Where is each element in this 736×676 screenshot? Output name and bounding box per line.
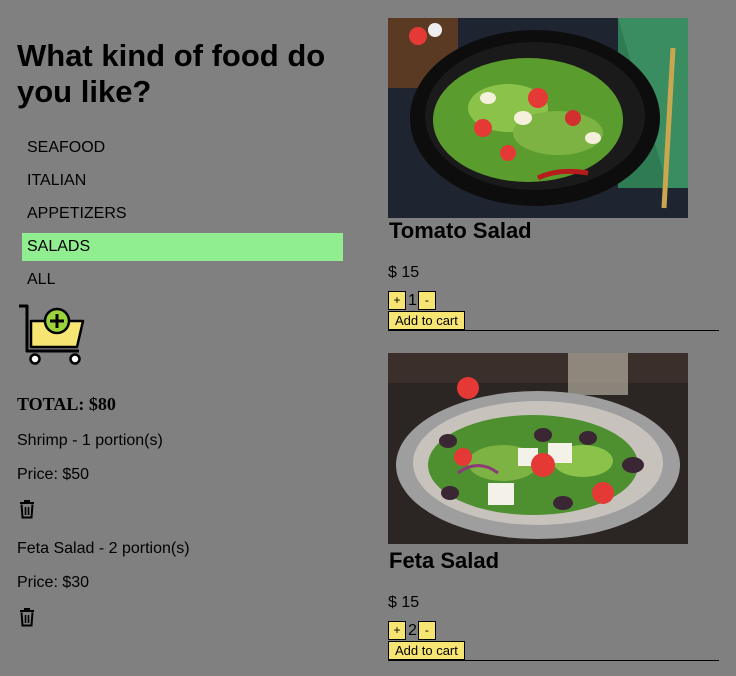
product-card: Tomato Salad $ 15 + 1 - Add to cart xyxy=(388,18,719,331)
product-card: Feta Salad $ 15 + 2 - Add to cart xyxy=(388,353,719,661)
feta-salad-photo xyxy=(388,353,688,544)
quantity-stepper: + 2 - xyxy=(388,620,719,640)
category-seafood[interactable]: SEAFOOD xyxy=(22,134,343,162)
category-appetizers[interactable]: APPETIZERS xyxy=(22,200,343,228)
trash-icon[interactable] xyxy=(17,499,37,519)
cart-total: TOTAL: $80 xyxy=(17,394,116,414)
tomato-salad-photo xyxy=(388,18,688,218)
increase-button[interactable]: + xyxy=(388,620,406,640)
decrease-button[interactable]: - xyxy=(417,620,436,640)
add-to-cart-button[interactable]: Add to cart xyxy=(388,311,465,330)
product-name: Tomato Salad xyxy=(389,218,532,243)
quantity-stepper: + 1 - xyxy=(388,290,719,310)
product-price: $ 15 xyxy=(388,594,420,611)
page-title: What kind of food do you like? xyxy=(17,38,326,109)
cart-item: Feta Salad - 2 portion(s) Price: $30 xyxy=(17,539,347,627)
category-salads[interactable]: SALADS xyxy=(22,233,343,261)
increase-button[interactable]: + xyxy=(388,290,406,310)
category-all[interactable]: ALL xyxy=(22,266,343,294)
cart-item-title: Feta Salad - 2 portion(s) xyxy=(17,540,190,557)
cart-item-title: Shrimp - 1 portion(s) xyxy=(17,432,163,449)
product-name: Feta Salad xyxy=(389,548,500,573)
trash-icon[interactable] xyxy=(17,607,37,627)
add-to-cart-button[interactable]: Add to cart xyxy=(388,641,465,660)
cart-item: Shrimp - 1 portion(s) Price: $50 xyxy=(17,431,347,519)
cart-item-price: Price: $50 xyxy=(17,466,90,483)
cart-add-icon[interactable] xyxy=(17,303,85,367)
product-price: $ 15 xyxy=(388,264,420,281)
category-italian[interactable]: ITALIAN xyxy=(22,167,343,195)
cart-item-price: Price: $30 xyxy=(17,574,90,591)
quantity-value: 2 xyxy=(408,621,417,639)
category-list: SEAFOOD ITALIAN APPETIZERS SALADS ALL xyxy=(22,134,343,299)
quantity-value: 1 xyxy=(408,291,417,309)
decrease-button[interactable]: - xyxy=(417,290,436,310)
sidebar: What kind of food do you like? SEAFOOD I… xyxy=(0,0,360,676)
